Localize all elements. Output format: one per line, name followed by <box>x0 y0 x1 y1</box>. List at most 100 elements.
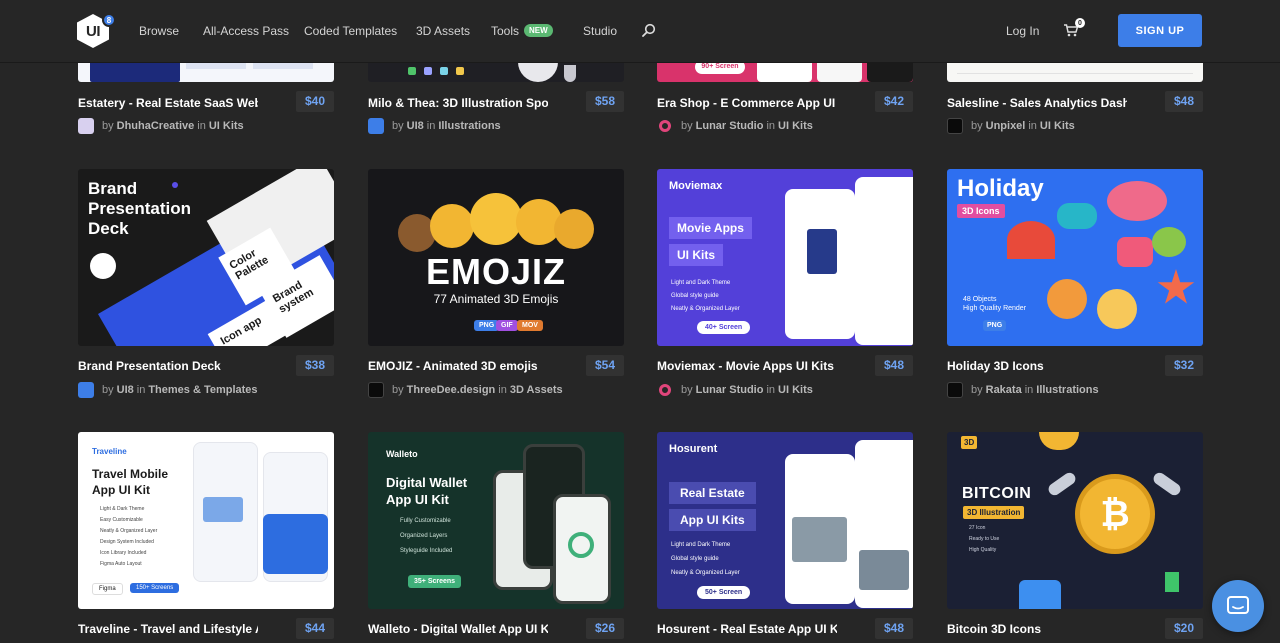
product-thumbnail[interactable]: Traveline Travel Mobile App UI Kit Light… <box>78 432 334 609</box>
author-name[interactable]: DhuhaCreative <box>117 120 195 132</box>
author-name[interactable]: Lunar Studio <box>696 384 764 396</box>
product-thumbnail[interactable]: Walleto Digital Wallet App UI Kit Fully … <box>368 432 624 609</box>
product-thumbnail[interactable]: Brand Presentation Deck Color Palette Br… <box>78 169 334 346</box>
product-author: by Lunar Studio in UI Kits <box>657 382 816 398</box>
author-name[interactable]: Unpixel <box>986 120 1026 132</box>
product-title[interactable]: Bitcoin 3D Icons <box>947 622 1127 636</box>
category-link[interactable]: UI Kits <box>778 384 813 396</box>
coconut-icon <box>1152 227 1186 257</box>
ui8-logo[interactable]: UI 8 <box>77 13 116 48</box>
product-thumbnail[interactable]: 3D BITCOIN 3D Illustration 27 Icon Ready… <box>947 432 1203 609</box>
author-avatar[interactable] <box>368 118 384 134</box>
author-avatar[interactable] <box>78 382 94 398</box>
feature-item: Organized Layers <box>400 533 448 539</box>
product-title[interactable]: Hosurent - Real Estate App UI Kits <box>657 622 837 636</box>
product-price[interactable]: $32 <box>1164 355 1203 376</box>
product-price[interactable]: $40 <box>295 91 334 112</box>
author-name[interactable]: ThreeDee.design <box>407 384 496 396</box>
author-avatar[interactable] <box>659 384 671 396</box>
product-title[interactable]: Era Shop - E Commerce App UI Kits <box>657 96 837 110</box>
nav-3d-assets[interactable]: 3D Assets <box>416 24 470 38</box>
nav-tools[interactable]: Tools <box>491 24 519 38</box>
product-author: by UI8 in Illustrations <box>368 118 504 134</box>
thumbnail-text: Travel Mobile <box>92 467 169 481</box>
thumbnail-heading: Holiday <box>957 175 1044 202</box>
author-avatar[interactable] <box>659 120 671 132</box>
category-link[interactable]: Illustrations <box>438 120 500 132</box>
thumbnail-dot <box>408 67 416 75</box>
login-link[interactable]: Log In <box>1006 24 1039 38</box>
thumbnail-tag: App UI Kits <box>669 509 756 531</box>
feature-item: Light and Dark Theme <box>671 542 731 548</box>
product-title[interactable]: Holiday 3D Icons <box>947 359 1127 373</box>
product-price[interactable]: $58 <box>585 91 624 112</box>
thumbnail-heading: Digital Wallet App UI Kit <box>386 474 467 508</box>
product-title[interactable]: Moviemax - Movie Apps UI Kits <box>657 359 837 373</box>
product-price[interactable]: $48 <box>874 618 913 639</box>
png-badge: PNG <box>983 320 1007 331</box>
nav-studio[interactable]: Studio <box>583 24 617 38</box>
emojiz-subtitle: 77 Animated 3D Emojis <box>433 292 559 306</box>
nav-browse[interactable]: Browse <box>139 24 179 38</box>
by-label: by <box>681 120 693 132</box>
product-title[interactable]: Milo & Thea: 3D Illustration Sport... <box>368 96 548 110</box>
product-title[interactable]: Walleto - Digital Wallet App UI Kit <box>368 622 548 636</box>
nav-all-access-pass[interactable]: All-Access Pass <box>203 24 289 38</box>
screens-badge: 50+ Screen <box>697 586 751 599</box>
thumbnail-dot <box>424 67 432 75</box>
feature-item: Ready to Use <box>969 536 1000 542</box>
product-title[interactable]: Estatery - Real Estate SaaS Web ... <box>78 96 258 110</box>
movie-poster <box>807 229 837 274</box>
product-thumbnail[interactable]: Moviemax Movie Apps UI Kits Light and Da… <box>657 169 913 346</box>
product-thumbnail[interactable]: Hosurent Real Estate App UI Kits Light a… <box>657 432 913 609</box>
product-price[interactable]: $26 <box>585 618 624 639</box>
author-name[interactable]: UI8 <box>117 384 134 396</box>
shell-icon <box>1047 279 1087 319</box>
category-link[interactable]: UI Kits <box>778 120 813 132</box>
nav-coded-templates[interactable]: Coded Templates <box>304 24 397 38</box>
product-thumbnail[interactable]: Holiday 3D Icons 48 Objects High Quality… <box>947 169 1203 346</box>
search-icon[interactable] <box>642 23 656 37</box>
product-price[interactable]: $54 <box>585 355 624 376</box>
category-link[interactable]: UI Kits <box>1040 120 1075 132</box>
camera-icon <box>1117 237 1153 267</box>
thumbnail-line <box>186 63 246 69</box>
product-price[interactable]: $20 <box>1164 618 1203 639</box>
category-link[interactable]: 3D Assets <box>510 384 563 396</box>
feature-item: High Quality <box>969 547 997 553</box>
author-name[interactable]: Rakata <box>986 384 1022 396</box>
signup-button[interactable]: SIGN UP <box>1118 14 1202 47</box>
category-link[interactable]: Themes & Templates <box>148 384 257 396</box>
category-link[interactable]: UI Kits <box>209 120 244 132</box>
screens-badge: 150+ Screens <box>130 583 180 593</box>
thumbnail-tag: Real Estate <box>669 482 756 504</box>
thumbnail-brand: Walleto <box>386 449 418 459</box>
thumbnail-text: Presentation <box>88 199 191 218</box>
product-price[interactable]: $42 <box>874 91 913 112</box>
product-title[interactable]: Brand Presentation Deck <box>78 359 258 373</box>
author-avatar[interactable] <box>78 118 94 134</box>
new-badge: NEW <box>524 24 553 37</box>
author-avatar[interactable] <box>368 382 384 398</box>
product-price[interactable]: $44 <box>295 618 334 639</box>
thumbnail-features: Light and Dark Theme Global style guide … <box>671 277 740 316</box>
product-thumbnail[interactable]: EMOJIZ 77 Animated 3D Emojis PNG GIF MOV <box>368 169 624 346</box>
product-title[interactable]: Traveline - Travel and Lifestyle A... <box>78 622 258 636</box>
thumbnail-tag: Movie Apps <box>669 217 752 239</box>
author-avatar[interactable] <box>947 382 963 398</box>
author-name[interactable]: Lunar Studio <box>696 120 764 132</box>
thumbnail-photo <box>203 497 243 522</box>
product-title[interactable]: EMOJIZ - Animated 3D emojis <box>368 359 548 373</box>
thumbnail-features: Fully Customizable Organized Layers Styl… <box>400 514 452 559</box>
author-name[interactable]: UI8 <box>407 120 424 132</box>
chat-support-button[interactable] <box>1212 580 1264 632</box>
product-price[interactable]: $38 <box>295 355 334 376</box>
product-title[interactable]: Salesline - Sales Analytics Dashb... <box>947 96 1127 110</box>
product-price[interactable]: $48 <box>874 355 913 376</box>
house-photo <box>792 517 847 562</box>
emoji-face <box>430 204 474 248</box>
product-price[interactable]: $48 <box>1164 91 1203 112</box>
author-avatar[interactable] <box>947 118 963 134</box>
thumbnail-figure <box>564 65 576 82</box>
category-link[interactable]: Illustrations <box>1036 384 1098 396</box>
